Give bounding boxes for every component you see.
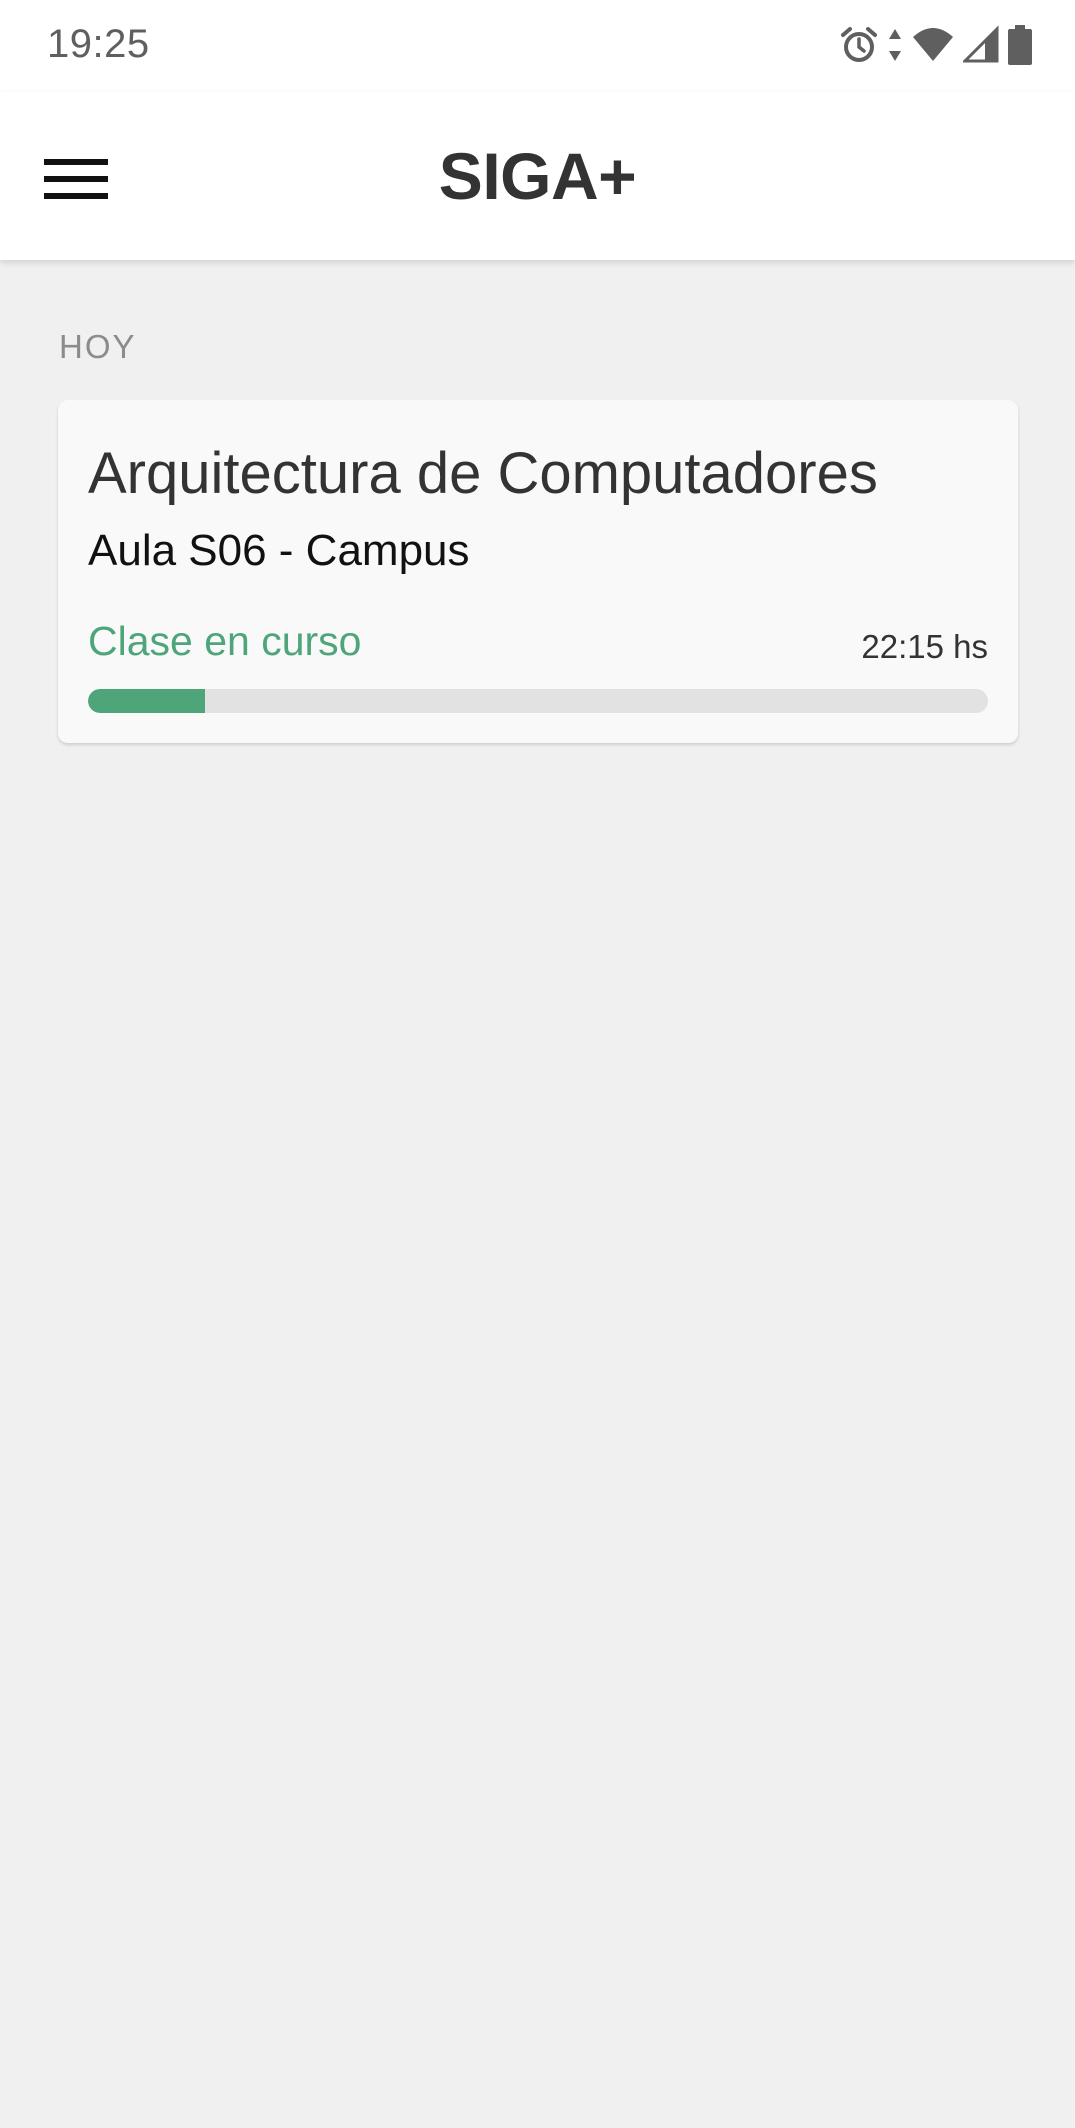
wifi-icon: [911, 25, 955, 65]
status-time: 19:25: [47, 22, 150, 66]
battery-icon: [1007, 24, 1033, 66]
class-end-time: 22:15 hs: [861, 628, 988, 665]
cell-signal-icon: [963, 25, 999, 65]
class-name: Arquitectura de Computadores: [88, 441, 878, 506]
data-arrows-icon: [887, 25, 903, 65]
app-bar: SIGA+: [0, 92, 1075, 260]
class-status: Clase en curso: [88, 618, 362, 664]
alarm-icon: [839, 25, 879, 65]
status-bar: 19:25: [0, 0, 1075, 92]
class-room: Aula S06 - Campus: [88, 526, 470, 575]
app-title: SIGA+: [438, 139, 637, 213]
class-progress-fill: [88, 689, 205, 713]
class-card[interactable]: Arquitectura de Computadores Aula S06 - …: [58, 400, 1018, 743]
section-header-today: HOY: [59, 328, 137, 365]
status-icons: [839, 22, 1033, 68]
class-progress-bar: [88, 689, 988, 713]
